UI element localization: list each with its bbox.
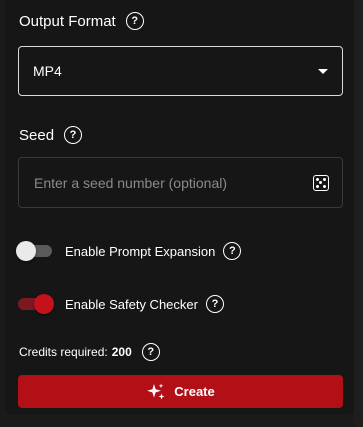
help-icon[interactable]: ? [125, 12, 144, 30]
random-seed-dice-icon[interactable] [313, 174, 329, 191]
create-button[interactable]: Create [18, 375, 343, 408]
seed-input-wrapper [18, 157, 343, 208]
seed-label: Seed [19, 126, 55, 144]
seed-label-row: Seed ? [19, 126, 83, 144]
safety-checker-row: Enable Safety Checker ? [16, 294, 224, 314]
prompt-expansion-row: Enable Prompt Expansion ? [16, 241, 242, 261]
chevron-down-icon [318, 68, 328, 74]
seed-input[interactable] [32, 173, 303, 192]
output-format-value: MP4 [33, 63, 62, 79]
scrollbar-track[interactable] [354, 0, 363, 427]
help-icon[interactable]: ? [64, 126, 83, 144]
credits-required: Credits required: 200 ? [19, 343, 160, 361]
prompt-expansion-label: Enable Prompt Expansion [65, 243, 216, 259]
output-format-select[interactable]: MP4 [18, 46, 343, 96]
output-format-label: Output Format [19, 12, 116, 30]
help-icon[interactable]: ? [141, 343, 160, 361]
help-icon[interactable]: ? [205, 295, 224, 313]
credits-label: Credits required: [19, 345, 108, 359]
sparkles-icon [147, 383, 165, 399]
safety-checker-toggle[interactable] [16, 294, 54, 314]
output-format-label-row: Output Format ? [19, 12, 144, 30]
prompt-expansion-toggle[interactable] [16, 241, 54, 261]
credits-amount: 200 [111, 345, 132, 359]
help-icon[interactable]: ? [223, 242, 242, 260]
create-button-label: Create [174, 384, 215, 399]
safety-checker-label: Enable Safety Checker [65, 296, 198, 312]
